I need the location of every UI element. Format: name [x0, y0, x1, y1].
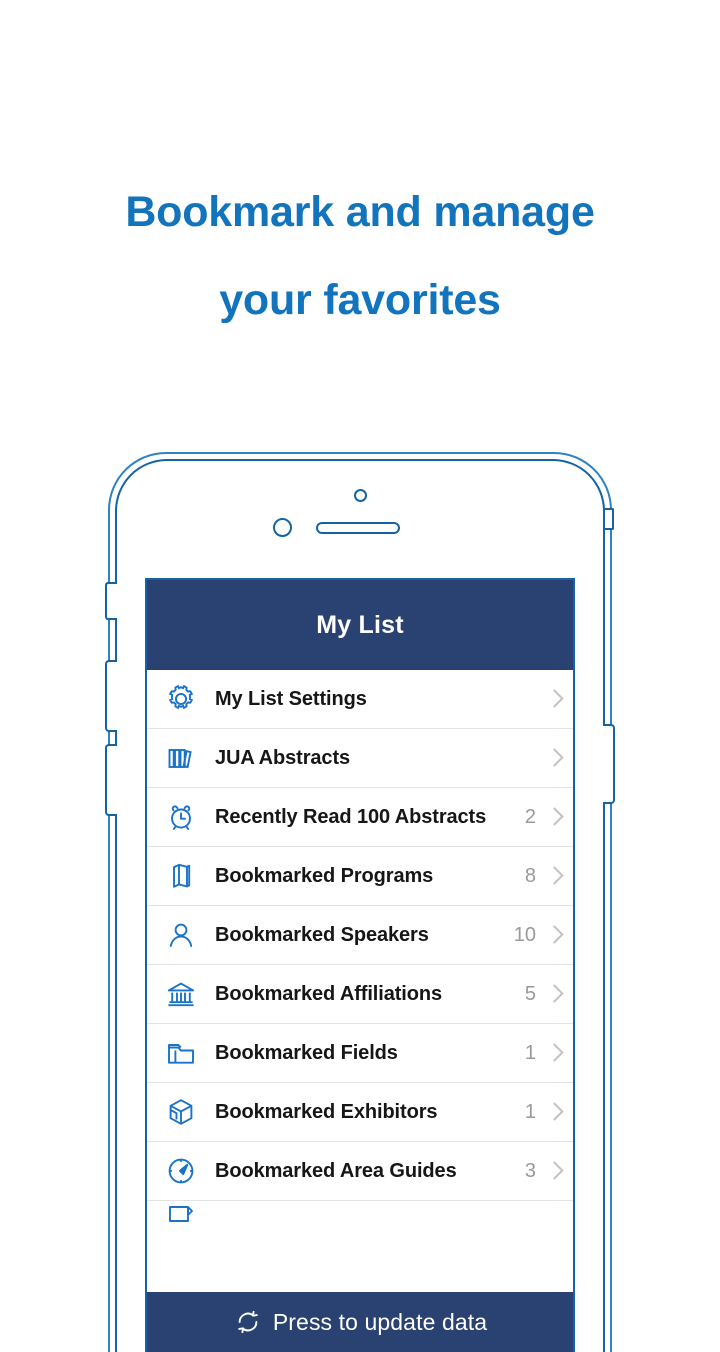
list-item-count: 3 — [524, 1159, 536, 1182]
list-item-label: Recently Read 100 Abstracts — [215, 805, 487, 828]
chevron-right-icon — [548, 983, 561, 1005]
list-item-count: 10 — [513, 923, 536, 946]
sim-tray — [605, 508, 614, 530]
list-item-label: Bookmarked Exhibitors — [215, 1100, 438, 1123]
list-item-count: 2 — [524, 805, 536, 828]
compass-icon — [161, 1153, 201, 1189]
volume-up-button[interactable] — [105, 660, 117, 732]
list-item-label: JUA Abstracts — [215, 746, 351, 769]
sensor-dot-icon — [273, 518, 292, 537]
speaker-slot-icon — [316, 522, 400, 534]
chevron-right-icon — [548, 1101, 561, 1123]
list-item-bookmarked-area-guides[interactable]: Bookmarked Area Guides 3 — [147, 1142, 573, 1201]
note-icon — [161, 1201, 201, 1231]
phone-mockup: My List My List Settings JUA Abstracts R… — [105, 452, 615, 1352]
power-button[interactable] — [603, 724, 615, 804]
folder-icon — [161, 1035, 201, 1071]
chevron-right-icon — [548, 924, 561, 946]
phone-screen: My List My List Settings JUA Abstracts R… — [145, 578, 575, 1352]
list-item-count: 5 — [524, 982, 536, 1005]
list-item-label: Bookmarked Speakers — [215, 923, 429, 946]
list-item-label: Bookmarked Affiliations — [215, 982, 442, 1005]
list-item-partial[interactable] — [147, 1201, 573, 1231]
list-item-label: Bookmarked Fields — [215, 1041, 398, 1064]
cube-icon — [161, 1094, 201, 1130]
books-icon — [161, 740, 201, 776]
page-title: Bookmark and manage your favorites — [0, 168, 720, 344]
update-data-button[interactable]: Press to update data — [147, 1292, 573, 1352]
chevron-right-icon — [548, 747, 561, 769]
bank-icon — [161, 976, 201, 1012]
chevron-right-icon — [548, 688, 561, 710]
page-title-line-2: your favorites — [219, 276, 501, 324]
page-title-line-1: Bookmark and manage — [125, 188, 595, 236]
list-item-bookmarked-fields[interactable]: Bookmarked Fields 1 — [147, 1024, 573, 1083]
book-icon — [161, 858, 201, 894]
navbar-title: My List — [316, 610, 404, 639]
list-item-label: My List Settings — [215, 687, 367, 710]
mute-switch[interactable] — [105, 582, 117, 620]
list-item-bookmarked-affiliations[interactable]: Bookmarked Affiliations 5 — [147, 965, 573, 1024]
chevron-right-icon — [548, 1160, 561, 1182]
list-item-bookmarked-programs[interactable]: Bookmarked Programs 8 — [147, 847, 573, 906]
list-item-count: 1 — [524, 1041, 536, 1064]
list-item-jua-abstracts[interactable]: JUA Abstracts — [147, 729, 573, 788]
list-item-label: Bookmarked Programs — [215, 864, 434, 887]
list-item-count: 1 — [524, 1100, 536, 1123]
volume-down-button[interactable] — [105, 744, 117, 816]
sync-icon — [233, 1307, 263, 1337]
chevron-right-icon — [548, 865, 561, 887]
chevron-right-icon — [548, 806, 561, 828]
update-data-label: Press to update data — [272, 1308, 488, 1335]
navbar: My List — [147, 580, 573, 670]
chevron-right-icon — [548, 1042, 561, 1064]
camera-dot-icon — [354, 489, 367, 502]
list-item-count: 8 — [524, 864, 536, 887]
gear-icon — [161, 681, 201, 717]
my-list: My List Settings JUA Abstracts Recently … — [147, 670, 573, 1231]
list-item-label: Bookmarked Area Guides — [215, 1159, 457, 1182]
list-item-my-list-settings[interactable]: My List Settings — [147, 670, 573, 729]
list-item-recently-read-abstracts[interactable]: Recently Read 100 Abstracts 2 — [147, 788, 573, 847]
person-icon — [161, 917, 201, 953]
list-item-bookmarked-exhibitors[interactable]: Bookmarked Exhibitors 1 — [147, 1083, 573, 1142]
alarm-clock-icon — [161, 799, 201, 835]
list-item-bookmarked-speakers[interactable]: Bookmarked Speakers 10 — [147, 906, 573, 965]
